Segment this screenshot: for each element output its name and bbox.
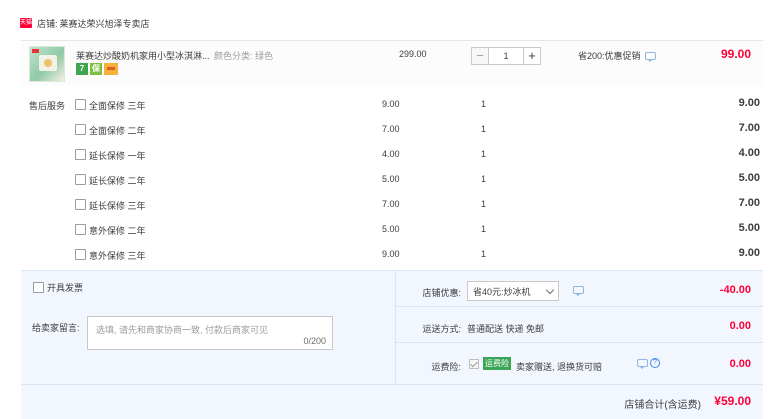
service-name: 意外保修 三年 <box>89 251 146 261</box>
service-option-row: 延长保修 二年 5.00 1 5.00 <box>0 172 772 188</box>
message-textarea[interactable]: 选填, 请先和商家协商一致, 付款后商家可见 0/200 <box>87 316 333 350</box>
item-subtotal: 99.00 <box>720 47 751 61</box>
service-option-row: 全面保修 三年 9.00 1 9.00 <box>0 97 772 113</box>
brand-logo-icon <box>32 49 39 53</box>
shipping-row: 运送方式: 普通配送 快递 免邮 0.00 <box>395 311 763 343</box>
order-options-panel: 开具发票 给卖家留言: 选填, 请先和商家协商一致, 付款后商家可见 0/200… <box>21 270 763 385</box>
chat-icon[interactable] <box>644 51 656 62</box>
message-placeholder: 选填, 请先和商家协商一致, 付款后商家可见 <box>96 325 269 335</box>
service-name: 延长保修 一年 <box>89 151 146 161</box>
shop-total-label: 店铺合计(含运费) <box>624 400 701 411</box>
service-total: 5.00 <box>738 222 760 234</box>
service-price: 5.00 <box>382 174 400 184</box>
service-checkbox[interactable] <box>75 249 86 260</box>
service-qty: 1 <box>481 249 487 259</box>
service-price: 4.00 <box>382 149 400 159</box>
service-qty: 1 <box>481 99 487 109</box>
service-checkbox[interactable] <box>75 149 86 160</box>
service-option-row: 全面保修 二年 7.00 1 7.00 <box>0 122 772 138</box>
service-name: 延长保修 二年 <box>89 176 146 186</box>
item-discount: 省200:优惠促销 <box>578 49 656 62</box>
service-checkbox[interactable] <box>75 224 86 235</box>
invoice-label: 开具发票 <box>47 283 84 293</box>
shop-discount-selected: 省40元:炒冰机 <box>473 286 531 297</box>
item-discount-text: 省200:优惠促销 <box>578 51 641 61</box>
cart-item-row: 莱赛达炒酸奶机家用小型冰淇淋... 颜色分类: 绿色 7 保 299.00 − … <box>21 40 763 86</box>
service-total: 9.00 <box>738 247 760 259</box>
shop-discount-value: -40.00 <box>719 284 751 296</box>
service-checkbox[interactable] <box>75 199 86 210</box>
product-title-link[interactable]: 莱赛达炒酸奶机家用小型冰淇淋... <box>76 49 210 62</box>
shipping-value: 0.00 <box>729 320 751 332</box>
quantity-input[interactable]: 1 <box>489 47 523 65</box>
service-name: 意外保修 二年 <box>89 226 146 236</box>
service-qty: 1 <box>481 124 487 134</box>
service-price: 7.00 <box>382 124 400 134</box>
service-name: 全面保修 二年 <box>89 126 146 136</box>
product-thumbnail[interactable] <box>29 46 65 82</box>
service-checkbox[interactable] <box>75 174 86 185</box>
quantity-decrease-button[interactable]: − <box>471 47 489 65</box>
help-icon[interactable]: ? <box>650 358 660 368</box>
shop-discount-label: 店铺优惠: <box>422 288 461 298</box>
service-checkbox[interactable] <box>75 124 86 135</box>
service-price: 9.00 <box>382 249 400 259</box>
service-qty: 1 <box>481 174 487 184</box>
service-price: 7.00 <box>382 199 400 209</box>
quantity-stepper: − 1 + <box>471 47 541 65</box>
service-price: 9.00 <box>382 99 400 109</box>
shop-label: 店铺: <box>37 18 58 29</box>
shipping-label: 运送方式: <box>422 324 461 334</box>
service-qty: 1 <box>481 199 487 209</box>
service-option-row: 延长保修 一年 4.00 1 4.00 <box>0 147 772 163</box>
product-image-icon <box>39 55 57 71</box>
insurance-badge: 运费险 <box>483 357 511 370</box>
chevron-down-icon <box>545 285 555 295</box>
quantity-increase-button[interactable]: + <box>523 47 541 65</box>
insurance-value: 0.00 <box>729 358 751 370</box>
insurance-checkbox[interactable] <box>469 359 479 369</box>
insurance-label: 运费险: <box>431 362 461 372</box>
service-name: 延长保修 三年 <box>89 201 146 211</box>
message-char-counter: 0/200 <box>303 336 326 346</box>
shipping-method: 普通配送 快递 免邮 <box>467 324 545 334</box>
service-checkbox[interactable] <box>75 99 86 110</box>
invoice-option[interactable]: 开具发票 <box>33 281 83 294</box>
service-total: 5.00 <box>738 172 760 184</box>
unit-price: 299.00 <box>399 49 427 59</box>
invoice-checkbox[interactable] <box>33 282 44 293</box>
credit-card-icon[interactable] <box>104 63 118 75</box>
chat-icon[interactable] <box>573 286 584 296</box>
service-name: 全面保修 三年 <box>89 101 146 111</box>
message-label: 给卖家留言: <box>32 323 80 333</box>
shop-total-bar: 店铺合计(含运费) ¥59.00 <box>21 384 763 419</box>
tmall-icon: 天猫 <box>20 18 33 28</box>
shop-total-value: ¥59.00 <box>714 394 751 408</box>
shop-discount-select[interactable]: 省40元:炒冰机 <box>467 281 559 301</box>
service-option-row: 延长保修 三年 7.00 1 7.00 <box>0 197 772 213</box>
chat-icon[interactable] <box>637 359 648 369</box>
insurance-text: 卖家赠送, 退换货可赔 <box>516 362 603 372</box>
shop-name-link[interactable]: 莱赛达荣兴旭泽专卖店 <box>60 17 150 30</box>
shop-header: 天猫 店铺: 莱赛达荣兴旭泽专卖店 <box>20 15 150 31</box>
service-total: 4.00 <box>738 147 760 159</box>
shop-discount-row: 店铺优惠: 省40元:炒冰机 -40.00 <box>395 275 763 307</box>
insurance-row: 运费险: 运费险 卖家赠送, 退换货可赔 ? 0.00 <box>395 349 763 381</box>
seven-day-return-icon[interactable]: 7 <box>76 63 88 75</box>
product-sku: 颜色分类: 绿色 <box>214 51 274 61</box>
insurance-icons: ? <box>633 358 660 369</box>
service-qty: 1 <box>481 149 487 159</box>
service-total: 9.00 <box>738 97 760 109</box>
guarantee-icon[interactable]: 保 <box>90 63 102 75</box>
service-price: 5.00 <box>382 224 400 234</box>
service-option-row: 意外保修 三年 9.00 1 9.00 <box>0 247 772 263</box>
service-option-row: 意外保修 二年 5.00 1 5.00 <box>0 222 772 238</box>
service-badges: 7 保 <box>76 63 118 75</box>
service-total: 7.00 <box>738 122 760 134</box>
service-total: 7.00 <box>738 197 760 209</box>
service-qty: 1 <box>481 224 487 234</box>
